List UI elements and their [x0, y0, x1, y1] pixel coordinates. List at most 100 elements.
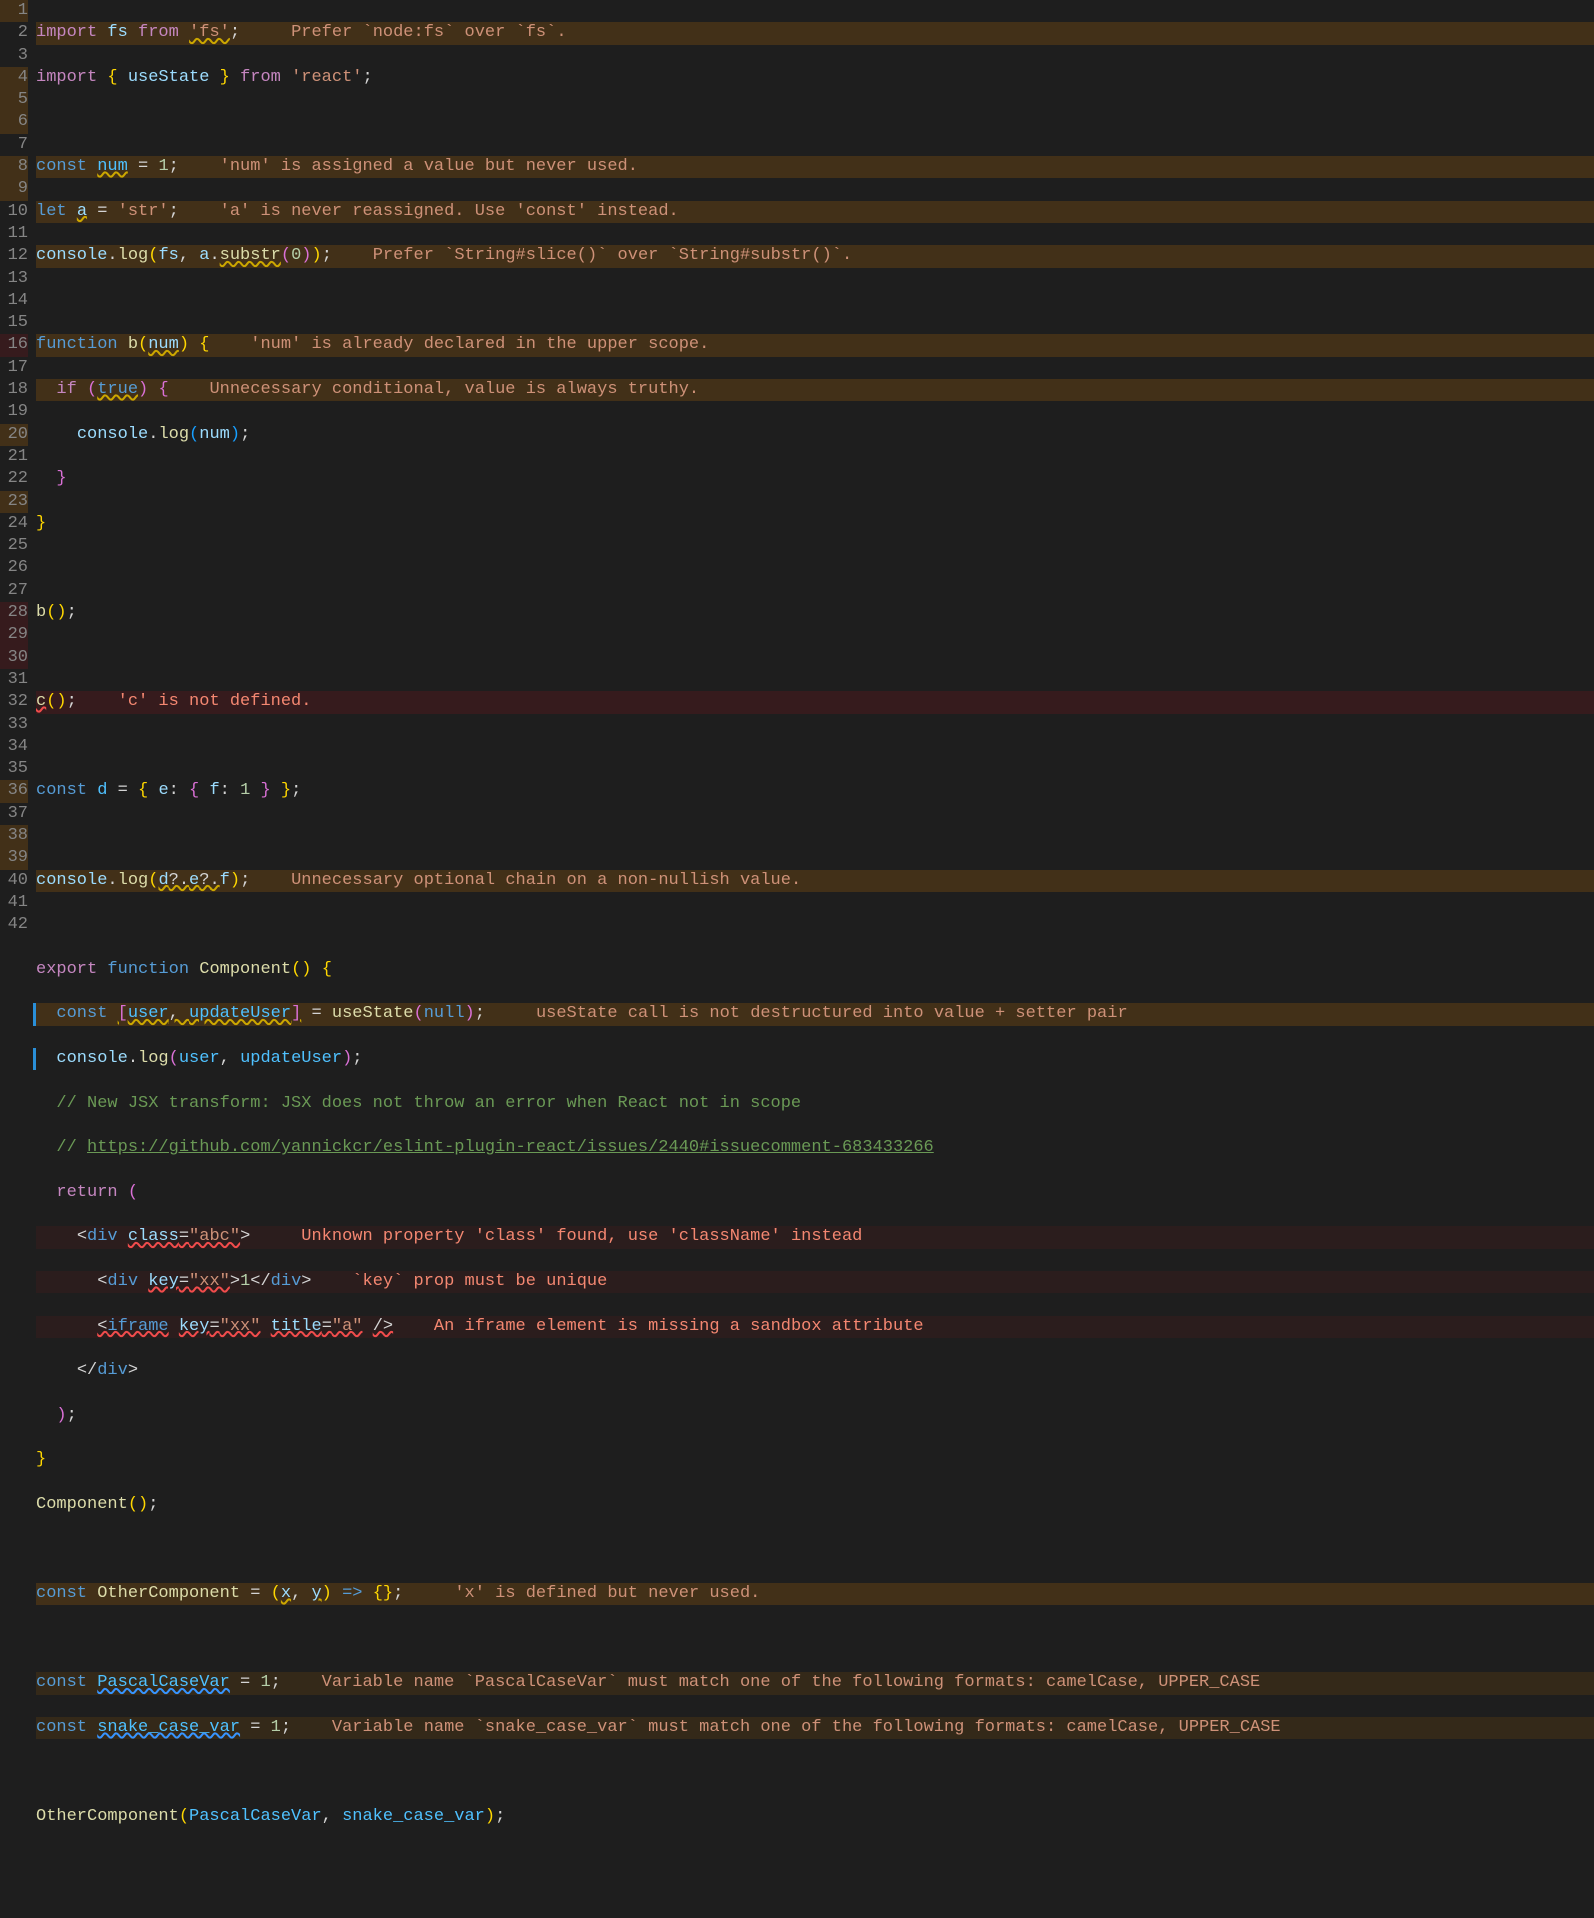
code-line[interactable]: let a = 'str'; 'a' is never reassigned. … — [36, 201, 1594, 223]
line-number: 21 — [0, 446, 28, 468]
lint-hint: 'c' is not defined. — [118, 692, 312, 711]
code-line[interactable]: // https://github.com/yannickcr/eslint-p… — [36, 1137, 1594, 1159]
line-number: 40 — [0, 870, 28, 892]
code-editor[interactable]: 1 2 3 4 5 6 7 8 9 10 11 12 13 14 15 16 1… — [0, 0, 1594, 1918]
lint-hint: Unnecessary optional chain on a non-null… — [291, 871, 801, 890]
line-number: 5 — [0, 89, 28, 111]
code-comment: // New JSX transform: JSX does not throw… — [56, 1094, 801, 1113]
code-line[interactable] — [36, 1538, 1594, 1560]
line-number: 35 — [0, 758, 28, 780]
line-number: 33 — [0, 714, 28, 736]
line-number: 25 — [0, 535, 28, 557]
line-number: 11 — [0, 223, 28, 245]
code-line[interactable]: ); — [36, 1405, 1594, 1427]
line-number: 42 — [0, 914, 28, 936]
line-number: 9 — [0, 178, 28, 200]
line-number: 20 — [0, 424, 28, 446]
code-line[interactable]: console.log(fs, a.substr(0)); Prefer `St… — [36, 245, 1594, 267]
code-line[interactable] — [36, 1851, 1594, 1873]
code-line[interactable] — [36, 647, 1594, 669]
lint-hint: Prefer `node:fs` over `fs`. — [291, 23, 566, 42]
code-line[interactable]: // New JSX transform: JSX does not throw… — [36, 1093, 1594, 1115]
line-number: 38 — [0, 825, 28, 847]
lint-hint: `key` prop must be unique — [352, 1272, 607, 1291]
lint-hint: Unknown property 'class' found, use 'cla… — [301, 1227, 862, 1246]
line-number: 17 — [0, 357, 28, 379]
code-line[interactable]: } — [36, 1449, 1594, 1471]
line-number: 6 — [0, 111, 28, 133]
line-number: 24 — [0, 513, 28, 535]
line-number: 32 — [0, 691, 28, 713]
line-number: 41 — [0, 892, 28, 914]
lint-hint: 'a' is never reassigned. Use 'const' ins… — [220, 202, 679, 221]
code-line[interactable] — [36, 1628, 1594, 1650]
code-line[interactable]: const [user, updateUser] = useState(null… — [36, 1003, 1594, 1025]
code-content[interactable]: import fs from 'fs'; Prefer `node:fs` ov… — [36, 0, 1594, 1918]
line-number: 29 — [0, 624, 28, 646]
code-line[interactable] — [36, 914, 1594, 936]
lint-hint: Prefer `String#slice()` over `String#sub… — [373, 246, 852, 265]
line-number: 1 — [0, 0, 28, 22]
line-number: 39 — [0, 847, 28, 869]
line-number: 15 — [0, 312, 28, 334]
code-line[interactable]: <div class="abc"> Unknown property 'clas… — [36, 1226, 1594, 1248]
code-line[interactable]: const d = { e: { f: 1 } }; — [36, 780, 1594, 802]
code-line[interactable]: OtherComponent(PascalCaseVar, snake_case… — [36, 1806, 1594, 1828]
line-number: 3 — [0, 45, 28, 67]
code-line[interactable]: import { useState } from 'react'; — [36, 67, 1594, 89]
code-line[interactable]: c(); 'c' is not defined. — [36, 691, 1594, 713]
line-number: 37 — [0, 803, 28, 825]
lint-hint: Variable name `snake_case_var` must matc… — [332, 1718, 1281, 1737]
code-line[interactable]: <div key="xx">1</div> `key` prop must be… — [36, 1271, 1594, 1293]
code-line[interactable]: const OtherComponent = (x, y) => {}; 'x'… — [36, 1583, 1594, 1605]
line-number: 4 — [0, 67, 28, 89]
code-line[interactable] — [36, 1761, 1594, 1783]
modified-indicator — [33, 1048, 36, 1070]
code-line[interactable] — [36, 557, 1594, 579]
code-line[interactable]: export function Component() { — [36, 959, 1594, 981]
line-number: 30 — [0, 647, 28, 669]
lint-hint: useState call is not destructured into v… — [536, 1004, 1128, 1023]
code-line[interactable]: const PascalCaseVar = 1; Variable name `… — [36, 1672, 1594, 1694]
modified-indicator — [33, 1003, 36, 1025]
code-line[interactable]: if (true) { Unnecessary conditional, val… — [36, 379, 1594, 401]
lint-hint: An iframe element is missing a sandbox a… — [434, 1317, 924, 1336]
code-line[interactable]: return ( — [36, 1182, 1594, 1204]
code-line[interactable]: function b(num) { 'num' is already decla… — [36, 334, 1594, 356]
link-comment[interactable]: https://github.com/yannickcr/eslint-plug… — [87, 1138, 934, 1157]
line-number: 14 — [0, 290, 28, 312]
line-number: 18 — [0, 379, 28, 401]
code-line[interactable] — [36, 111, 1594, 133]
line-number: 27 — [0, 580, 28, 602]
line-number: 12 — [0, 245, 28, 267]
code-line[interactable] — [36, 736, 1594, 758]
line-number: 31 — [0, 669, 28, 691]
line-number: 26 — [0, 557, 28, 579]
lint-hint: 'x' is defined but never used. — [454, 1584, 760, 1603]
code-line[interactable]: } — [36, 513, 1594, 535]
line-number: 2 — [0, 22, 28, 44]
code-line[interactable]: console.log(d?.e?.f); Unnecessary option… — [36, 870, 1594, 892]
code-line[interactable]: console.log(num); — [36, 424, 1594, 446]
line-number: 8 — [0, 156, 28, 178]
code-line[interactable]: <iframe key="xx" title="a" /> An iframe … — [36, 1316, 1594, 1338]
code-line[interactable]: Component(); — [36, 1494, 1594, 1516]
code-line[interactable]: </div> — [36, 1360, 1594, 1382]
code-line[interactable] — [36, 290, 1594, 312]
code-line[interactable]: import fs from 'fs'; Prefer `node:fs` ov… — [36, 22, 1594, 44]
lint-hint: 'num' is assigned a value but never used… — [220, 157, 638, 176]
code-line[interactable]: const num = 1; 'num' is assigned a value… — [36, 156, 1594, 178]
line-number: 36 — [0, 780, 28, 802]
lint-hint: Variable name `PascalCaseVar` must match… — [322, 1673, 1261, 1692]
code-line[interactable] — [36, 825, 1594, 847]
line-number: 22 — [0, 468, 28, 490]
code-line[interactable]: b(); — [36, 602, 1594, 624]
code-line[interactable]: console.log(user, updateUser); — [36, 1048, 1594, 1070]
lint-hint: 'num' is already declared in the upper s… — [250, 335, 709, 354]
line-number: 16 — [0, 334, 28, 356]
line-number: 23 — [0, 491, 28, 513]
line-number: 28 — [0, 602, 28, 624]
code-line[interactable]: } — [36, 468, 1594, 490]
code-line[interactable]: const snake_case_var = 1; Variable name … — [36, 1717, 1594, 1739]
line-number: 13 — [0, 268, 28, 290]
